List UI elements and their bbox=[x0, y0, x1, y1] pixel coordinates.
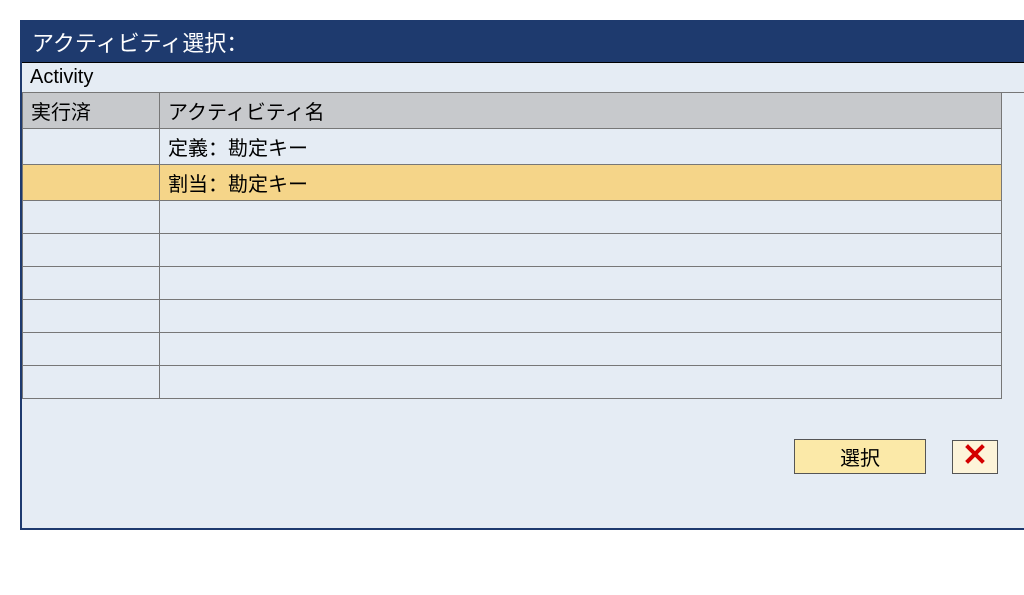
table-row[interactable] bbox=[23, 234, 1002, 267]
cell-executed bbox=[23, 165, 160, 201]
dialog-title: アクティビティ選択： bbox=[22, 22, 1024, 63]
cell-activity-name bbox=[160, 366, 1002, 399]
cell-activity-name: 定義：勘定キー bbox=[160, 129, 1002, 165]
cell-executed bbox=[23, 300, 160, 333]
close-icon bbox=[965, 444, 985, 469]
dialog-content: Activity 実行済 アクティビティ名 定義：勘定キー割当：勘定キー 選択 bbox=[22, 63, 1024, 528]
table-row[interactable]: 定義：勘定キー bbox=[23, 129, 1002, 165]
cell-executed bbox=[23, 129, 160, 165]
close-button[interactable] bbox=[952, 440, 998, 474]
table-row[interactable]: 割当：勘定キー bbox=[23, 165, 1002, 201]
table-row[interactable] bbox=[23, 333, 1002, 366]
cell-executed bbox=[23, 333, 160, 366]
activity-group-label: Activity bbox=[22, 63, 1024, 93]
cell-executed bbox=[23, 201, 160, 234]
activity-table: 実行済 アクティビティ名 定義：勘定キー割当：勘定キー bbox=[22, 93, 1002, 399]
table-row[interactable] bbox=[23, 267, 1002, 300]
cell-activity-name bbox=[160, 300, 1002, 333]
cell-activity-name bbox=[160, 267, 1002, 300]
cell-activity-name bbox=[160, 333, 1002, 366]
scroll-gutter[interactable] bbox=[1002, 93, 1024, 399]
activity-selection-dialog: アクティビティ選択： Activity 実行済 アクティビティ名 定義：勘定キー… bbox=[20, 20, 1024, 530]
col-header-activity-name: アクティビティ名 bbox=[160, 93, 1002, 129]
cell-executed bbox=[23, 234, 160, 267]
activity-table-wrap: 実行済 アクティビティ名 定義：勘定キー割当：勘定キー bbox=[22, 93, 1024, 399]
col-header-executed: 実行済 bbox=[23, 93, 160, 129]
table-row[interactable] bbox=[23, 300, 1002, 333]
table-row[interactable] bbox=[23, 366, 1002, 399]
cell-activity-name bbox=[160, 234, 1002, 267]
dialog-footer: 選択 bbox=[22, 399, 1024, 528]
cell-executed bbox=[23, 267, 160, 300]
cell-activity-name: 割当：勘定キー bbox=[160, 165, 1002, 201]
cell-activity-name bbox=[160, 201, 1002, 234]
select-button[interactable]: 選択 bbox=[794, 439, 926, 474]
cell-executed bbox=[23, 366, 160, 399]
table-row[interactable] bbox=[23, 201, 1002, 234]
